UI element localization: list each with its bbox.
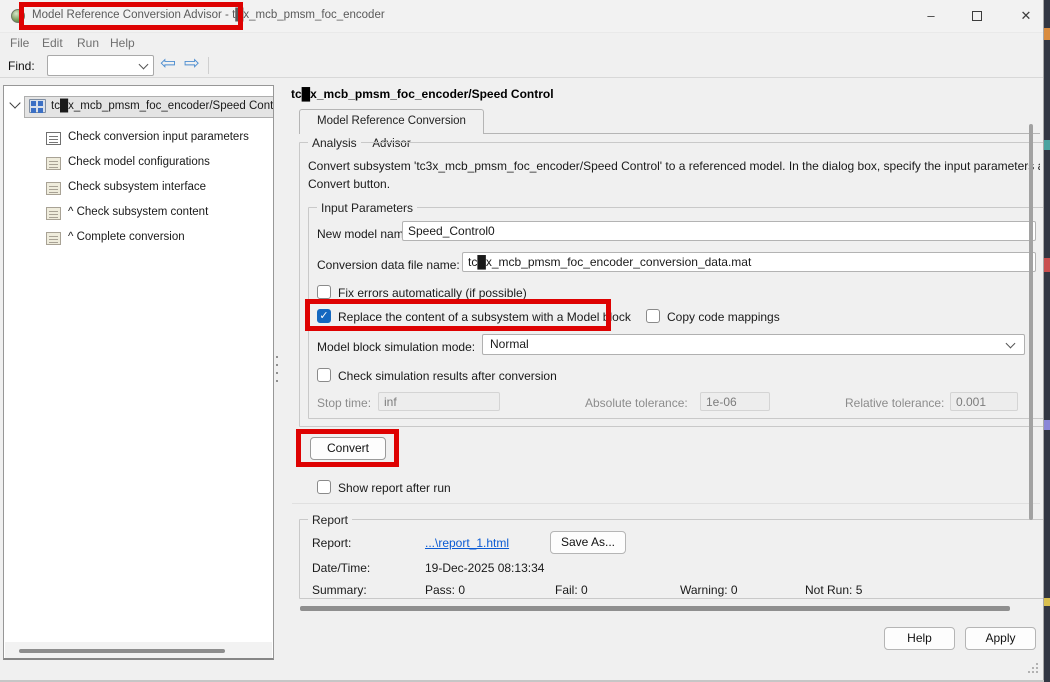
tab-model-reference-conversion-advisor[interactable]: Model Reference Conversion Advisor bbox=[299, 109, 484, 134]
report-group-label: Report bbox=[308, 513, 352, 527]
copy-code-mappings-label: Copy code mappings bbox=[667, 310, 780, 324]
subsystem-folder-icon bbox=[29, 99, 46, 113]
menu-file[interactable]: File bbox=[10, 36, 29, 50]
background-speck bbox=[1044, 258, 1050, 272]
tree-expander-icon[interactable] bbox=[9, 97, 20, 108]
summary-label: Summary: bbox=[312, 583, 367, 597]
rel-tolerance-field: 0.001 bbox=[950, 392, 1018, 411]
analysis-description-line2: Convert button. bbox=[308, 177, 390, 191]
sim-mode-dropdown[interactable]: Normal bbox=[482, 334, 1025, 355]
arrow-left-icon: ⇦ bbox=[160, 53, 176, 74]
page-title: tc█x_mcb_pmsm_foc_encoder/Speed Control bbox=[291, 87, 554, 101]
minimize-icon: – bbox=[927, 8, 934, 23]
check-tree-panel: tc█x_mcb_pmsm_foc_encoder/Speed Control … bbox=[3, 85, 274, 660]
summary-warning: Warning: 0 bbox=[680, 583, 738, 597]
tree-hscrollbar[interactable] bbox=[19, 649, 225, 653]
copy-code-mappings-checkbox[interactable] bbox=[646, 309, 660, 323]
tree-item-check-input-parameters[interactable]: Check conversion input parameters bbox=[68, 131, 249, 143]
find-previous-button[interactable]: ⇦ bbox=[160, 52, 176, 76]
fix-errors-label: Fix errors automatically (if possible) bbox=[338, 286, 527, 300]
show-report-label: Show report after run bbox=[338, 481, 451, 495]
report-groupbox bbox=[299, 519, 1050, 599]
window-resize-grip[interactable] bbox=[1028, 663, 1030, 665]
chevron-down-icon bbox=[139, 60, 149, 70]
toolbar-separator bbox=[208, 57, 209, 74]
toolbar-divider bbox=[0, 77, 1044, 78]
replace-content-checkbox[interactable]: ✓ bbox=[317, 309, 331, 323]
save-as-button[interactable]: Save As... bbox=[550, 531, 626, 554]
background-speck bbox=[1044, 420, 1050, 430]
maximize-icon bbox=[972, 11, 982, 21]
tree-item-check-subsystem-content[interactable]: ^ Check subsystem content bbox=[68, 206, 208, 218]
background-speck bbox=[1044, 140, 1050, 150]
section-divider bbox=[292, 503, 1040, 504]
rel-tolerance-label: Relative tolerance: bbox=[845, 396, 944, 410]
tab-strip-divider bbox=[484, 133, 1040, 134]
summary-pass: Pass: 0 bbox=[425, 583, 465, 597]
find-label: Find: bbox=[8, 59, 35, 73]
apply-button[interactable]: Apply bbox=[965, 627, 1036, 650]
check-document-icon bbox=[46, 207, 61, 220]
find-input[interactable] bbox=[47, 55, 154, 76]
report-label: Report: bbox=[312, 536, 351, 550]
show-report-checkbox[interactable] bbox=[317, 480, 331, 494]
close-icon: ✕ bbox=[1021, 8, 1032, 23]
menu-run[interactable]: Run bbox=[77, 36, 99, 50]
check-document-icon bbox=[46, 157, 61, 170]
tree-root-label: tc█x_mcb_pmsm_foc_encoder/Speed Control bbox=[51, 100, 274, 112]
minimize-button[interactable]: – bbox=[914, 0, 948, 31]
app-icon bbox=[11, 9, 25, 23]
new-model-name-label: New model name: bbox=[317, 227, 414, 241]
tree-item-check-subsystem-interface[interactable]: Check subsystem interface bbox=[68, 181, 206, 193]
help-button[interactable]: Help bbox=[884, 627, 955, 650]
chevron-down-icon bbox=[1006, 339, 1016, 349]
check-sim-results-label: Check simulation results after conversio… bbox=[338, 369, 557, 383]
find-next-button[interactable]: ⇨ bbox=[184, 52, 200, 76]
model-reference-conversion-advisor-window: Model Reference Conversion Advisor - t█x… bbox=[0, 0, 1050, 682]
conversion-data-file-label: Conversion data file name: bbox=[317, 258, 460, 272]
background-speck bbox=[1044, 598, 1050, 606]
arrow-right-icon: ⇨ bbox=[184, 53, 200, 74]
summary-fail: Fail: 0 bbox=[555, 583, 588, 597]
content-hscrollbar[interactable] bbox=[300, 606, 1010, 611]
datetime-label: Date/Time: bbox=[312, 561, 370, 575]
abs-tolerance-field: 1e-06 bbox=[700, 392, 770, 411]
sim-mode-value: Normal bbox=[490, 337, 529, 351]
sim-mode-label: Model block simulation mode: bbox=[317, 340, 475, 354]
window-title: Model Reference Conversion Advisor - t█x… bbox=[32, 9, 385, 21]
stop-time-field: inf bbox=[378, 392, 500, 411]
fix-errors-checkbox[interactable] bbox=[317, 285, 331, 299]
panel-splitter-handle[interactable] bbox=[276, 356, 278, 386]
check-sim-results-checkbox[interactable] bbox=[317, 368, 331, 382]
conversion-data-file-field[interactable]: tc█x_mcb_pmsm_foc_encoder_conversion_dat… bbox=[462, 252, 1036, 272]
analysis-group-label: Analysis bbox=[308, 136, 361, 150]
tree-item-check-model-configurations[interactable]: Check model configurations bbox=[68, 156, 210, 168]
check-icon: ✓ bbox=[319, 310, 328, 322]
report-link[interactable]: ...\report_1.html bbox=[425, 536, 509, 550]
menu-edit[interactable]: Edit bbox=[42, 36, 63, 50]
menu-help[interactable]: Help bbox=[110, 36, 135, 50]
background-window-sliver bbox=[1044, 0, 1050, 682]
convert-button[interactable]: Convert bbox=[310, 437, 386, 460]
tree-item-complete-conversion[interactable]: ^ Complete conversion bbox=[68, 231, 185, 243]
datetime-value: 19-Dec-2025 08:13:34 bbox=[425, 561, 544, 575]
new-model-name-field[interactable]: Speed_Control0 bbox=[402, 221, 1036, 241]
titlebar-divider bbox=[0, 32, 1044, 33]
analysis-description-line1: Convert subsystem 'tc3x_mcb_pmsm_foc_enc… bbox=[308, 159, 1040, 173]
content-vscrollbar[interactable] bbox=[1029, 124, 1033, 520]
replace-content-label: Replace the content of a subsystem with … bbox=[338, 310, 631, 324]
close-button[interactable]: ✕ bbox=[1009, 0, 1043, 31]
summary-not-run: Not Run: 5 bbox=[805, 583, 862, 597]
background-speck bbox=[1044, 28, 1050, 40]
check-document-icon bbox=[46, 232, 61, 245]
check-document-icon bbox=[46, 182, 61, 195]
abs-tolerance-label: Absolute tolerance: bbox=[585, 396, 688, 410]
stop-time-label: Stop time: bbox=[317, 396, 371, 410]
input-parameters-group-label: Input Parameters bbox=[317, 201, 417, 215]
check-document-icon bbox=[46, 132, 61, 145]
